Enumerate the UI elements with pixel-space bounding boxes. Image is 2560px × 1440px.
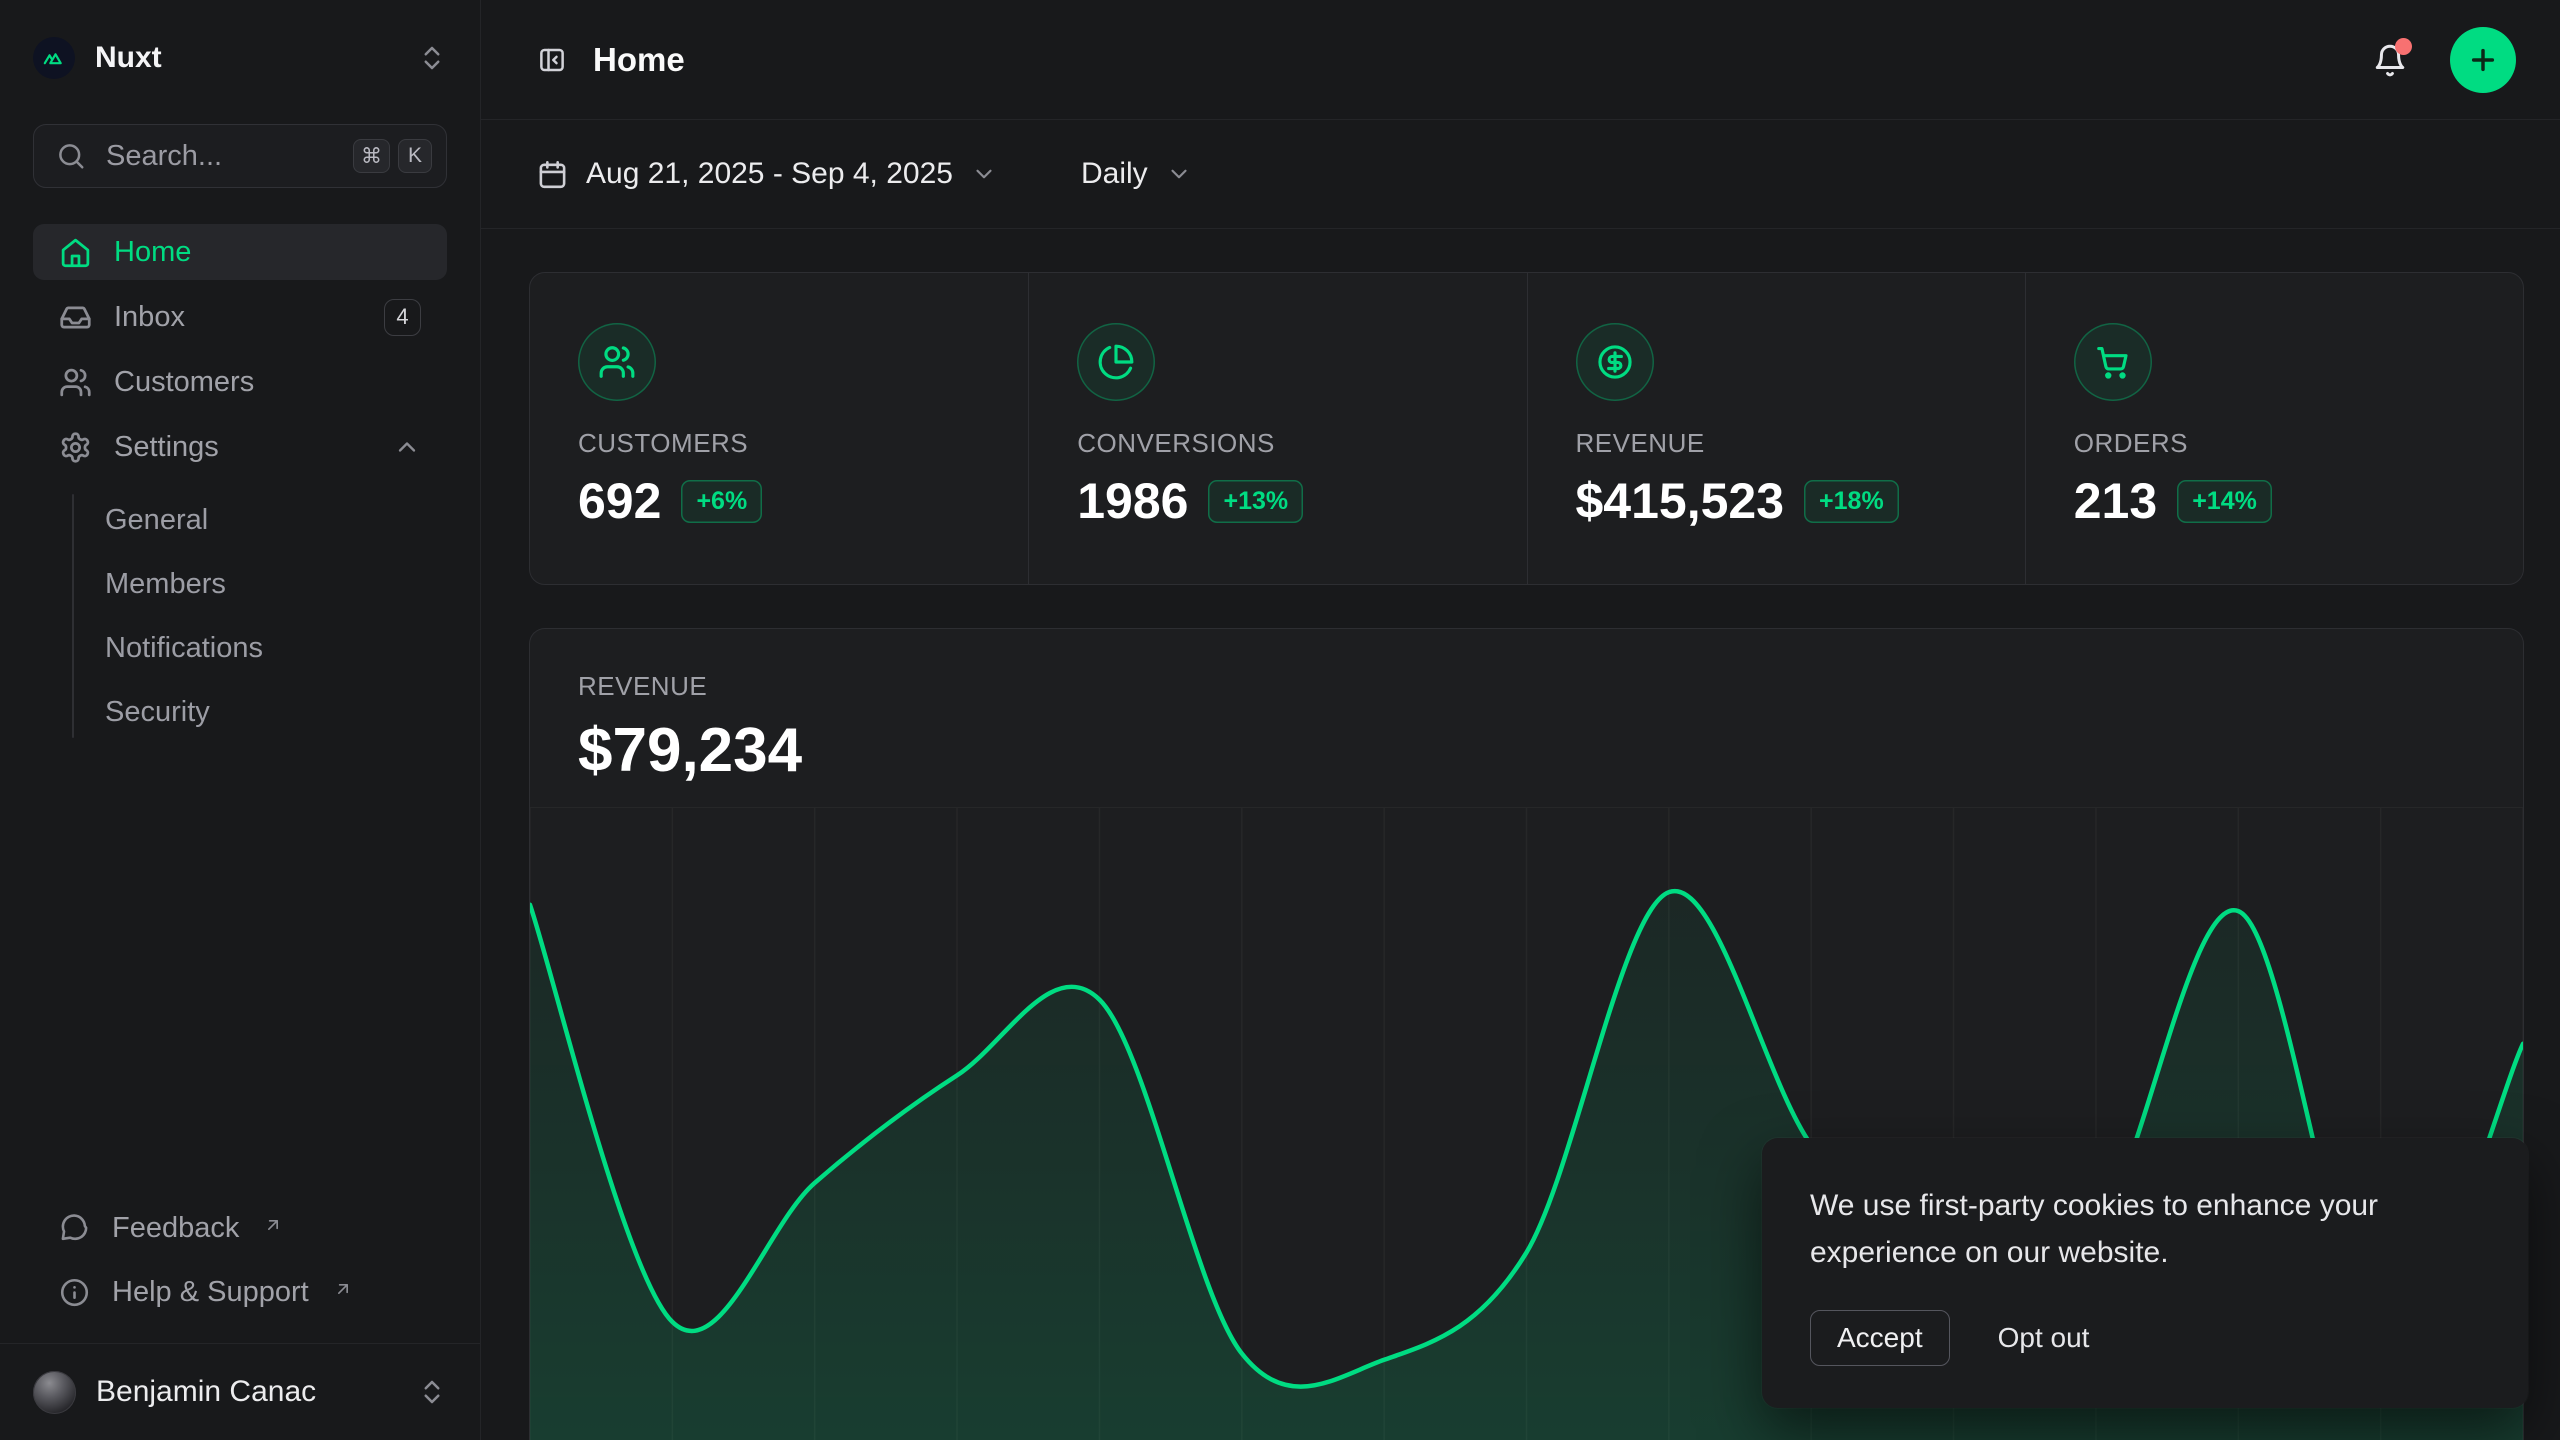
search-kbd-hints: ⌘ K	[353, 139, 432, 173]
stat-delta-badge: +13%	[1208, 480, 1303, 523]
sidebar-item-home[interactable]: Home	[33, 224, 447, 280]
sidebar-subitem-notifications[interactable]: Notifications	[33, 616, 447, 680]
sidebar-item-inbox[interactable]: Inbox 4	[33, 289, 447, 345]
sidebar-item-label: Inbox	[114, 301, 362, 334]
stats-card: CUSTOMERS 692 +6% CONVERSIONS 1986 +13%	[529, 272, 2524, 585]
subitem-label: General	[105, 504, 208, 537]
inbox-count-badge: 4	[384, 299, 421, 336]
revenue-card-header: REVENUE $79,234	[530, 629, 2523, 807]
sidebar-subitem-general[interactable]: General	[33, 488, 447, 552]
avatar	[33, 1371, 76, 1414]
circle-dollar-icon	[1576, 323, 1654, 401]
inbox-icon	[59, 301, 92, 334]
stat-customers[interactable]: CUSTOMERS 692 +6%	[530, 273, 1028, 584]
subnav-rail	[72, 494, 74, 738]
stat-label: ORDERS	[2074, 428, 2483, 459]
granularity-select[interactable]: Daily	[1081, 157, 1192, 191]
chevron-up-icon	[393, 433, 421, 461]
subitem-label: Notifications	[105, 632, 263, 665]
plus-icon	[2467, 44, 2499, 76]
stat-revenue[interactable]: REVENUE $415,523 +18%	[1527, 273, 2025, 584]
chevrons-up-down-icon	[417, 43, 447, 73]
sidebar: Nuxt Search... ⌘ K Home Inbox 4 Cu	[0, 0, 481, 1440]
stat-label: CUSTOMERS	[578, 428, 988, 459]
cookie-optout-button[interactable]: Opt out	[1998, 1322, 2090, 1354]
notification-dot	[2395, 38, 2412, 55]
date-range-value: Aug 21, 2025 - Sep 4, 2025	[586, 157, 953, 191]
page-title: Home	[593, 41, 2372, 79]
stat-value: 1986	[1077, 472, 1188, 530]
info-circle-icon	[59, 1277, 90, 1308]
cookie-accept-button[interactable]: Accept	[1810, 1310, 1950, 1366]
footer-item-label: Feedback	[112, 1212, 239, 1245]
date-range-picker[interactable]: Aug 21, 2025 - Sep 4, 2025	[537, 157, 997, 191]
team-switcher[interactable]: Nuxt	[33, 30, 447, 86]
cookie-message: We use first-party cookies to enhance yo…	[1810, 1182, 2460, 1276]
sidebar-item-settings[interactable]: Settings	[33, 419, 447, 475]
kbd-k: K	[398, 139, 432, 173]
shopping-cart-icon	[2074, 323, 2152, 401]
settings-subnav: General Members Notifications Security	[33, 488, 447, 744]
chat-bubble-icon	[59, 1213, 90, 1244]
footer-item-label: Help & Support	[112, 1276, 309, 1309]
page-header: Home	[481, 0, 2560, 120]
notifications-bell-button[interactable]	[2372, 42, 2408, 78]
sidebar-subitem-members[interactable]: Members	[33, 552, 447, 616]
granularity-value: Daily	[1081, 157, 1148, 191]
search-placeholder: Search...	[106, 140, 333, 173]
stat-delta-badge: +6%	[681, 480, 762, 523]
team-name: Nuxt	[95, 41, 397, 75]
users-icon	[578, 323, 656, 401]
kbd-meta: ⌘	[353, 139, 390, 173]
search-icon	[56, 141, 86, 171]
sidebar-spacer	[33, 744, 447, 1199]
add-button[interactable]	[2450, 27, 2516, 93]
subitem-label: Members	[105, 568, 226, 601]
help-support-link[interactable]: Help & Support	[33, 1263, 447, 1321]
feedback-link[interactable]: Feedback	[33, 1199, 447, 1257]
external-link-icon	[263, 1210, 283, 1230]
chevron-down-icon	[1166, 161, 1192, 187]
subitem-label: Security	[105, 696, 210, 729]
filters-toolbar: Aug 21, 2025 - Sep 4, 2025 Daily	[481, 120, 2560, 229]
sidebar-item-label: Home	[114, 236, 191, 269]
revenue-value: $79,234	[578, 715, 2475, 786]
sidebar-subitem-security[interactable]: Security	[33, 680, 447, 744]
pie-chart-icon	[1077, 323, 1155, 401]
user-section: Benjamin Canac	[0, 1343, 480, 1440]
stat-orders[interactable]: ORDERS 213 +14%	[2025, 273, 2523, 584]
user-menu[interactable]: Benjamin Canac	[33, 1371, 447, 1414]
sidebar-nav: Home Inbox 4 Customers Settings General …	[33, 224, 447, 744]
stat-delta-badge: +14%	[2177, 480, 2272, 523]
chevron-down-icon	[971, 161, 997, 187]
search-input[interactable]: Search... ⌘ K	[33, 124, 447, 188]
sidebar-item-label: Customers	[114, 366, 254, 399]
sidebar-item-label: Settings	[114, 431, 371, 464]
cookie-actions: Accept Opt out	[1810, 1310, 2480, 1366]
sidebar-footer: Feedback Help & Support	[33, 1199, 447, 1343]
stat-value: $415,523	[1576, 472, 1785, 530]
users-icon	[59, 366, 92, 399]
revenue-label: REVENUE	[578, 671, 2475, 702]
stat-value: 692	[578, 472, 661, 530]
chevrons-up-down-icon	[417, 1377, 447, 1407]
stat-value: 213	[2074, 472, 2157, 530]
sidebar-collapse-icon[interactable]	[537, 45, 567, 75]
gear-icon	[59, 431, 92, 464]
nuxt-logo-icon	[33, 37, 75, 79]
cookie-banner: We use first-party cookies to enhance yo…	[1762, 1138, 2528, 1408]
app-root: Nuxt Search... ⌘ K Home Inbox 4 Cu	[0, 0, 2560, 1440]
user-name: Benjamin Canac	[96, 1375, 397, 1409]
stat-label: CONVERSIONS	[1077, 428, 1486, 459]
home-icon	[59, 236, 92, 269]
stat-label: REVENUE	[1576, 428, 1985, 459]
stat-conversions[interactable]: CONVERSIONS 1986 +13%	[1028, 273, 1526, 584]
external-link-icon	[333, 1274, 353, 1294]
calendar-icon	[537, 159, 568, 190]
sidebar-item-customers[interactable]: Customers	[33, 354, 447, 410]
stat-delta-badge: +18%	[1804, 480, 1899, 523]
